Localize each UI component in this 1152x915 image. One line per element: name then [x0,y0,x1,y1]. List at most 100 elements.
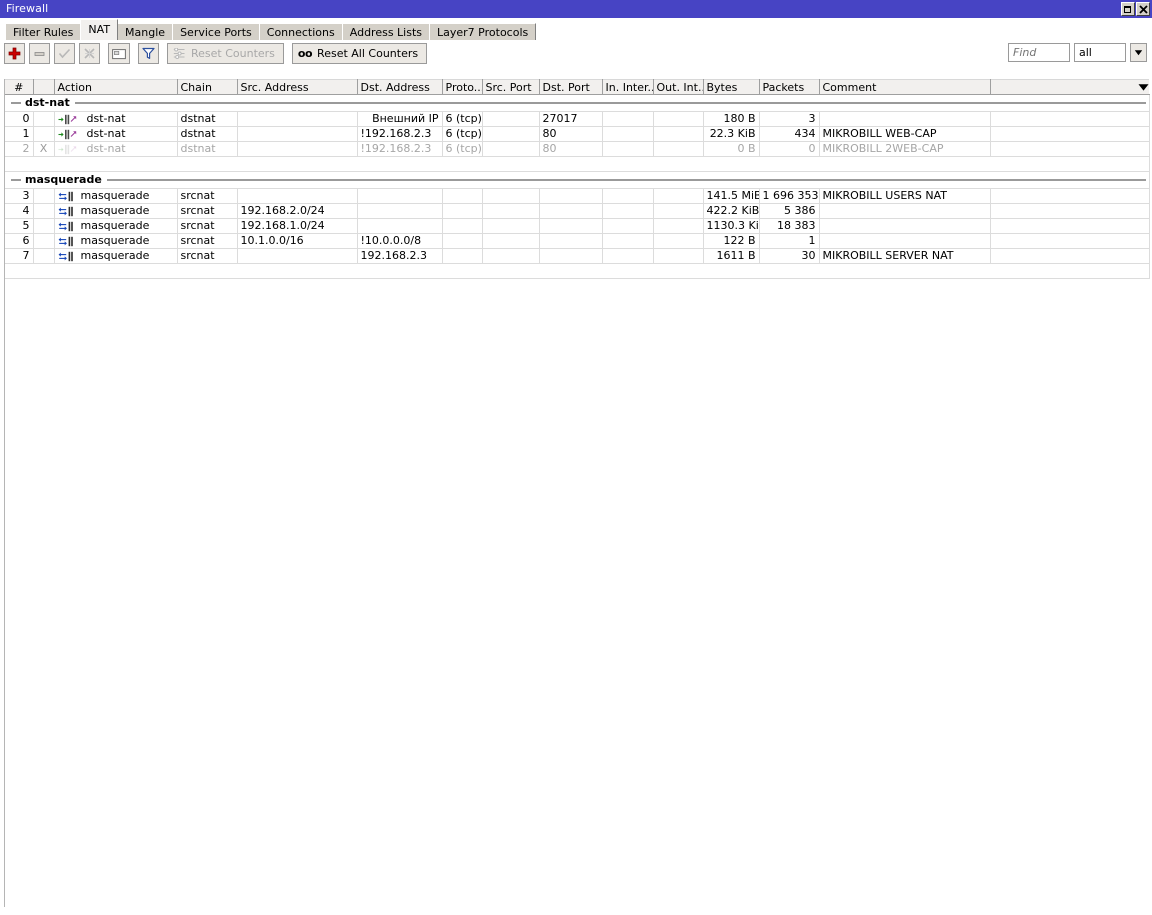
find-scope-dropdown-button[interactable] [1130,43,1147,62]
group-dash [11,179,21,181]
cell-src-port [482,111,540,127]
cell-in-interface [602,248,654,264]
enable-rule-button[interactable] [54,43,75,64]
tab-service-ports[interactable]: Service Ports [172,23,260,40]
cell-bytes: 422.2 KiB [703,203,760,219]
masquerade-icon [58,236,73,246]
column-header-flag[interactable] [33,79,55,95]
rule-group-label: masquerade [25,173,102,186]
table-row[interactable]: 7 masquerade srcnat 192.168.2.3 1611 B 30 MIK… [5,248,1150,264]
cell-in-interface [602,218,654,234]
nat-rules-table: # Action Chain Src. Address Dst. Address… [5,79,1150,279]
cell-out-interface [653,248,704,264]
cell-packets: 1 696 353 [759,188,820,204]
column-header-num[interactable]: # [5,79,34,95]
cell-src-address [237,126,358,142]
cell-rule-flag [33,218,55,234]
cell-in-interface [602,203,654,219]
group-dash [11,102,21,104]
cell-rule-number: 5 [5,218,34,234]
table-row[interactable]: 3 masquerade srcnat 141.5 MiB 1 696 353 MIKR… [5,188,1150,204]
tab-layer7-protocols[interactable]: Layer7 Protocols [429,23,537,40]
tab-mangle[interactable]: Mangle [117,23,174,40]
disable-rule-button[interactable] [79,43,100,64]
cell-action: dst-nat [54,141,178,157]
cell-extra [990,218,1150,234]
column-header-packets[interactable]: Packets [759,79,820,95]
cell-comment [819,233,991,249]
cell-in-interface [602,126,654,142]
table-row[interactable]: 5 masquerade srcnat 192.168.1.0/24 1130.3 K… [5,218,1150,234]
reset-counters-button[interactable]: Reset Counters [167,43,284,64]
column-header-out-interface[interactable]: Out. Int... [653,79,704,95]
cell-bytes: 0 B [703,141,760,157]
cell-comment: MIKROBILL 2WEB-CAP [819,141,991,157]
cell-dst-address: !10.0.0.0/8 [357,233,443,249]
cell-src-port [482,126,540,142]
table-row[interactable]: 2X dst-nat dstnat !192.168.2.3 6 (tcp) 80 0 B… [5,141,1150,157]
column-header-src-port[interactable]: Src. Port [482,79,540,95]
cell-extra [990,248,1150,264]
cell-packets: 434 [759,126,820,142]
column-header-extra[interactable] [990,79,1149,95]
cell-comment [819,111,991,127]
tab-nat[interactable]: NAT [80,19,119,40]
cell-out-interface [653,111,704,127]
cell-src-port [482,141,540,157]
cell-rule-flag: X [33,141,55,157]
dst-nat-icon [58,144,76,154]
column-header-action[interactable]: Action [54,79,178,95]
restore-icon [1123,5,1131,13]
cell-extra [990,141,1150,157]
restore-window-button[interactable] [1121,2,1135,16]
cell-action: masquerade [54,218,178,234]
column-header-proto[interactable]: Proto... [442,79,483,95]
add-rule-button[interactable] [4,43,25,64]
column-header-chain[interactable]: Chain [177,79,238,95]
cell-comment [819,218,991,234]
rule-group-header[interactable]: masquerade [5,171,1150,189]
cell-src-address [237,141,358,157]
tab-connections[interactable]: Connections [258,23,343,40]
table-row[interactable]: 1 dst-nat dstnat !192.168.2.3 6 (tcp) 80 22.3… [5,126,1150,142]
cell-dst-address [357,218,443,234]
table-body: dst-nat 0 dst-nat dstnat Внешний IP 6 (tcp) 2… [5,94,1150,279]
column-menu-chevron-down-icon[interactable] [1138,83,1149,92]
cell-chain: dstnat [177,126,238,142]
cell-proto [442,203,483,219]
cell-dst-port: 80 [539,126,603,142]
cell-out-interface [653,141,704,157]
remove-rule-button[interactable] [29,43,50,64]
cell-rule-flag [33,233,55,249]
cell-action: masquerade [54,188,178,204]
window-title: Firewall [6,2,49,15]
reset-counters-label: Reset Counters [191,47,275,60]
column-header-bytes[interactable]: Bytes [703,79,760,95]
reset-all-counters-button[interactable]: oo Reset All Counters [291,43,428,64]
cell-bytes: 1130.3 KiB [703,218,760,234]
table-row[interactable]: 4 masquerade srcnat 192.168.2.0/24 422.2 Ki… [5,203,1150,219]
tab-filter-rules[interactable]: Filter Rules [5,23,82,40]
cell-in-interface [602,111,654,127]
filter-button[interactable] [138,43,159,64]
cell-comment: MIKROBILL SERVER NAT [819,248,991,264]
group-spacer-cell [5,156,1150,172]
column-header-dst-port[interactable]: Dst. Port [539,79,603,95]
close-window-button[interactable] [1136,2,1150,16]
window-controls [1121,2,1150,16]
tab-address-lists[interactable]: Address Lists [341,23,431,40]
table-row[interactable]: 6 masquerade srcnat 10.1.0.0/16 !10.0.0.0/8… [5,233,1150,249]
rule-group-header[interactable]: dst-nat [5,94,1150,112]
column-header-comment[interactable]: Comment [819,79,991,95]
column-header-in-interface[interactable]: In. Inter... [602,79,654,95]
action-label: masquerade [80,204,150,217]
column-header-dst-address[interactable]: Dst. Address [357,79,443,95]
cell-rule-flag [33,248,55,264]
column-header-src-address[interactable]: Src. Address [237,79,358,95]
masquerade-icon [58,206,73,216]
find-input[interactable] [1008,43,1070,62]
table-row[interactable]: 0 dst-nat dstnat Внешний IP 6 (tcp) 27017 180… [5,111,1150,127]
find-scope-select[interactable]: all [1074,43,1126,62]
comment-button[interactable] [108,43,130,64]
reset-counters-icon [173,48,185,59]
